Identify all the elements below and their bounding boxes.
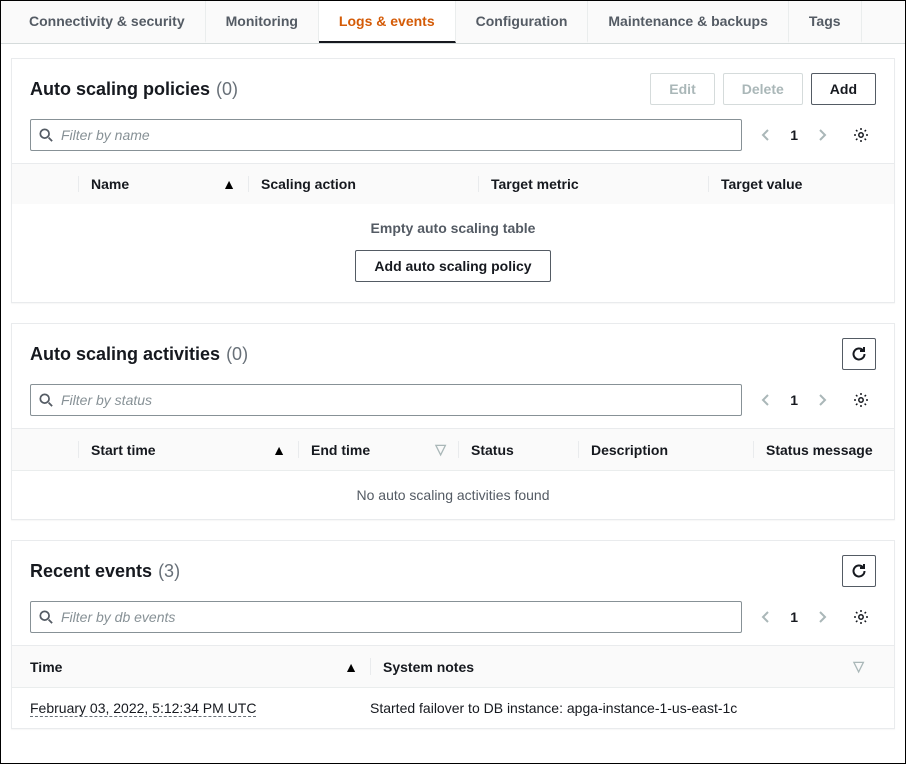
- tabs-bar: Connectivity & security Monitoring Logs …: [1, 1, 905, 44]
- delete-button[interactable]: Delete: [723, 73, 803, 105]
- activities-count: (0): [226, 344, 248, 365]
- events-pager: 1: [748, 605, 840, 629]
- next-page-button[interactable]: [810, 605, 834, 629]
- activities-title: Auto scaling activities (0): [30, 344, 248, 365]
- policies-filter[interactable]: [30, 119, 742, 151]
- prev-page-button[interactable]: [754, 605, 778, 629]
- events-filter[interactable]: [30, 601, 742, 633]
- settings-button[interactable]: [846, 384, 876, 416]
- page-number: 1: [782, 127, 806, 143]
- activities-empty: No auto scaling activities found: [12, 470, 894, 519]
- refresh-button[interactable]: [842, 555, 876, 587]
- events-title-text: Recent events: [30, 561, 152, 582]
- search-icon: [39, 393, 53, 407]
- policies-count: (0): [216, 79, 238, 100]
- search-icon: [39, 610, 53, 624]
- policies-table-head: Name ▲ Scaling action Target metric Targ…: [12, 163, 894, 204]
- events-filter-input[interactable]: [61, 609, 733, 625]
- page-number: 1: [782, 609, 806, 625]
- auto-scaling-policies-panel: Auto scaling policies (0) Edit Delete Ad…: [11, 58, 895, 303]
- events-table-head: Time ▲ System notes ▽: [12, 645, 894, 687]
- col-target-metric[interactable]: Target metric: [478, 176, 708, 192]
- settings-button[interactable]: [846, 119, 876, 151]
- col-scaling-action[interactable]: Scaling action: [248, 176, 478, 192]
- add-auto-scaling-policy-button[interactable]: Add auto scaling policy: [355, 250, 550, 282]
- tab-configuration[interactable]: Configuration: [456, 1, 589, 43]
- activities-table-head: Start time ▲ End time ▽ Status Descripti…: [12, 428, 894, 470]
- settings-button[interactable]: [846, 601, 876, 633]
- tab-monitoring[interactable]: Monitoring: [206, 1, 319, 43]
- sort-asc-icon: ▲: [222, 176, 248, 192]
- sort-asc-icon: ▲: [272, 442, 298, 458]
- auto-scaling-activities-panel: Auto scaling activities (0) 1: [11, 323, 895, 520]
- col-system-notes[interactable]: System notes ▽: [370, 658, 876, 675]
- activities-pager: 1: [748, 388, 840, 412]
- tab-maintenance-backups[interactable]: Maintenance & backups: [588, 1, 789, 43]
- prev-page-button[interactable]: [754, 123, 778, 147]
- events-count: (3): [158, 561, 180, 582]
- events-title: Recent events (3): [30, 561, 180, 582]
- event-notes: Started failover to DB instance: apga-in…: [370, 700, 876, 716]
- page-number: 1: [782, 392, 806, 408]
- prev-page-button[interactable]: [754, 388, 778, 412]
- activities-title-text: Auto scaling activities: [30, 344, 220, 365]
- tab-tags[interactable]: Tags: [789, 1, 862, 43]
- edit-button[interactable]: Edit: [650, 73, 714, 105]
- activities-filter-input[interactable]: [61, 392, 733, 408]
- next-page-button[interactable]: [810, 123, 834, 147]
- policies-pager: 1: [748, 123, 840, 147]
- sort-icon: ▽: [853, 658, 876, 675]
- col-status[interactable]: Status: [458, 441, 578, 458]
- tab-connectivity-security[interactable]: Connectivity & security: [9, 1, 206, 43]
- policies-title-text: Auto scaling policies: [30, 79, 210, 100]
- policies-filter-input[interactable]: [61, 127, 733, 143]
- tab-logs-events[interactable]: Logs & events: [319, 1, 456, 43]
- search-icon: [39, 128, 53, 142]
- col-start-time[interactable]: Start time ▲: [78, 441, 298, 458]
- policies-title: Auto scaling policies (0): [30, 79, 238, 100]
- policies-empty-title: Empty auto scaling table: [12, 204, 894, 242]
- col-description[interactable]: Description: [578, 441, 753, 458]
- recent-events-panel: Recent events (3) 1: [11, 540, 895, 729]
- col-time[interactable]: Time ▲: [30, 658, 370, 675]
- refresh-button[interactable]: [842, 338, 876, 370]
- policies-actions: Edit Delete Add: [650, 73, 876, 105]
- next-page-button[interactable]: [810, 388, 834, 412]
- table-row: February 03, 2022, 5:12:34 PM UTC Starte…: [12, 687, 894, 728]
- event-time: February 03, 2022, 5:12:34 PM UTC: [30, 700, 256, 717]
- col-target-value[interactable]: Target value: [708, 176, 876, 192]
- activities-filter[interactable]: [30, 384, 742, 416]
- col-name[interactable]: Name ▲: [78, 176, 248, 192]
- sort-asc-icon: ▲: [344, 659, 370, 675]
- add-button[interactable]: Add: [811, 73, 876, 105]
- col-end-time[interactable]: End time ▽: [298, 441, 458, 458]
- sort-icon: ▽: [435, 441, 458, 458]
- col-status-message[interactable]: Status message: [753, 441, 876, 458]
